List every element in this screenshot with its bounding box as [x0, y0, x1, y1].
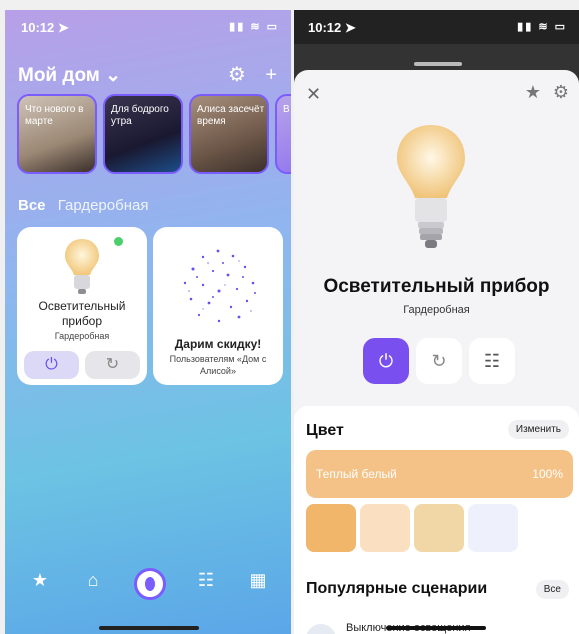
home-indicator [386, 626, 486, 630]
status-icons: ▮▮ ≋ ▭ [517, 21, 567, 33]
reset-button[interactable]: ↻ [416, 338, 462, 384]
add-icon[interactable]: + [265, 64, 277, 86]
story-card[interactable]: Для бодрого утра [103, 94, 183, 174]
settings-panel: Цвет Изменить Теплый белый 100% Популярн… [294, 406, 579, 634]
status-dot [114, 237, 123, 246]
close-icon[interactable]: ✕ [306, 84, 321, 105]
sheet-grabber[interactable] [414, 62, 462, 66]
star-icon[interactable]: ★ [525, 82, 541, 103]
color-swatch[interactable] [306, 504, 356, 552]
bulb-image [397, 125, 465, 248]
device-screen: 10:12 ➤ ▮▮ ≋ ▭ Мой дом ✕ ★ ⚙ Осветительн… [294, 10, 579, 634]
story-label: Алиса засечёт время [197, 104, 265, 127]
gear-icon[interactable]: ⚙ [228, 64, 246, 86]
status-time: 10:12 ➤ [21, 20, 69, 35]
star-icon[interactable]: ★ [27, 570, 53, 591]
power-button[interactable]: ⏻ [363, 338, 409, 384]
status-bar: 10:12 ➤ ▮▮ ≋ ▭ [5, 10, 291, 44]
devices-icon[interactable]: ▦ [245, 570, 271, 591]
story-label: В в [283, 104, 291, 115]
home-indicator [99, 626, 199, 630]
promo-card[interactable]: Дарим скидку! Пользователям «Дом с Алисо… [153, 227, 283, 385]
color-swatch[interactable] [414, 504, 464, 552]
scenarios-heading: Популярные сценарии [306, 580, 488, 597]
scenarios-icon[interactable]: ☷ [193, 570, 219, 591]
color-swatch[interactable] [468, 504, 518, 552]
story-label: Для бодрого утра [111, 104, 169, 127]
status-time: 10:12 ➤ [308, 20, 356, 35]
filter-all[interactable]: Все [18, 197, 46, 214]
story-card[interactable]: В в [275, 94, 291, 174]
color-swatch[interactable] [360, 504, 410, 552]
promo-title: Дарим скидку! [174, 337, 262, 351]
story-label: Что нового в марте [25, 104, 84, 127]
all-scenarios-button[interactable]: Все [535, 580, 569, 599]
change-color-button[interactable]: Изменить [507, 420, 569, 439]
home-icon[interactable]: ⌂ [80, 570, 106, 591]
bulb-icon [65, 239, 99, 294]
promo-subtitle: Пользователям «Дом с Алисой» [169, 354, 267, 376]
status-icons: ▮▮ ≋ ▭ [229, 21, 279, 33]
device-room: Гардеробная [54, 331, 110, 341]
status-bar: 10:12 ➤ ▮▮ ≋ ▭ [294, 10, 579, 44]
scenario-icon [306, 624, 336, 634]
room-filters: Все Гардеробная [18, 197, 148, 214]
alice-icon[interactable] [134, 568, 166, 600]
gear-icon[interactable]: ⚙ [553, 82, 569, 103]
tab-bar: ★ ⌂ ☷ ▦ [5, 568, 291, 600]
device-room: Гардеробная [403, 304, 470, 316]
color-heading: Цвет [306, 422, 344, 439]
home-selector[interactable]: Мой дом ⌄ [18, 64, 121, 87]
story-card[interactable]: Алиса засечёт время [189, 94, 269, 174]
story-card[interactable]: Что нового в марте [17, 94, 97, 174]
brightness-value: 100% [532, 467, 563, 481]
device-sheet: ✕ ★ ⚙ Осветительный прибор Гардеробная ⏻… [294, 62, 579, 634]
device-title: Осветительный прибор [323, 276, 550, 297]
current-color-label: Теплый белый [316, 467, 397, 481]
home-screen: 10:12 ➤ ▮▮ ≋ ▭ Мой дом ⌄ ⚙ + Что нового … [5, 10, 291, 634]
confetti-image [183, 249, 256, 323]
stories-row: Что нового в марте Для бодрого утра Алис… [17, 94, 291, 174]
home-actions: ⚙ + [214, 62, 277, 87]
current-color-bar[interactable]: Теплый белый 100% [306, 450, 573, 498]
device-title: Осветительный прибор [38, 299, 126, 328]
filter-wardrobe[interactable]: Гардеробная [58, 197, 149, 214]
reset-button[interactable]: ↻ [85, 351, 140, 379]
scenario-button[interactable]: ☷ [469, 338, 515, 384]
screenshot-root: 10:12 ➤ ▮▮ ≋ ▭ Мой дом ⌄ ⚙ + Что нового … [0, 0, 579, 634]
power-button[interactable]: ⏻ [24, 351, 79, 379]
device-card[interactable]: Осветительный прибор Гардеробная ⏻ ↻ [17, 227, 147, 385]
